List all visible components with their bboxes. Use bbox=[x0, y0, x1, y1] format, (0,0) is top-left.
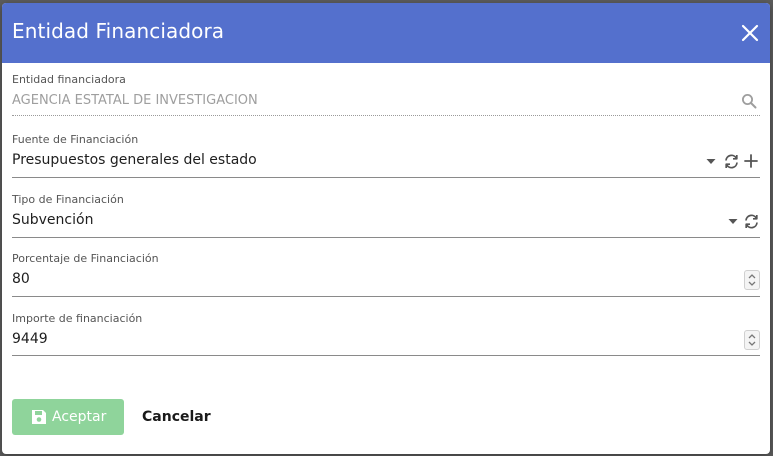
save-button[interactable]: Aceptar bbox=[12, 399, 124, 435]
fuente-add-button[interactable] bbox=[742, 152, 760, 170]
porcentaje-financiacion-label: Porcentaje de Financiación bbox=[12, 252, 159, 265]
dropdown-arrow-icon bbox=[706, 159, 716, 164]
close-icon bbox=[741, 24, 759, 42]
porcentaje-underline bbox=[12, 296, 760, 297]
cancel-button[interactable]: Cancelar bbox=[136, 399, 216, 435]
refresh-icon bbox=[724, 154, 738, 168]
tipo-refresh-button[interactable] bbox=[742, 211, 760, 231]
add-icon bbox=[744, 154, 758, 168]
search-button[interactable] bbox=[740, 92, 758, 110]
close-button[interactable] bbox=[738, 21, 762, 45]
tipo-financiacion-label: Tipo de Financiación bbox=[12, 193, 124, 206]
entidad-financiadora-dialog: Entidad Financiadora Entidad financiador… bbox=[2, 3, 770, 454]
stepper-arrows-icon bbox=[748, 334, 756, 346]
floppy-disk-icon bbox=[32, 410, 46, 424]
porcentaje-financiacion-field: Porcentaje de Financiación bbox=[12, 252, 760, 298]
dialog-title: Entidad Financiadora bbox=[12, 19, 225, 43]
fuente-refresh-button[interactable] bbox=[722, 151, 740, 171]
entidad-financiadora-label: Entidad financiadora bbox=[12, 73, 126, 86]
importe-stepper[interactable] bbox=[744, 330, 760, 350]
dialog-header: Entidad Financiadora bbox=[2, 3, 770, 63]
entidad-financiadora-field: Entidad financiadora AGENCIA ESTATAL DE … bbox=[12, 73, 760, 119]
importe-underline bbox=[12, 355, 760, 356]
save-button-label: Aceptar bbox=[52, 409, 107, 425]
porcentaje-stepper[interactable] bbox=[744, 270, 760, 290]
tipo-financiacion-value[interactable]: Subvención bbox=[12, 212, 692, 228]
tipo-dropdown-button[interactable] bbox=[726, 212, 740, 230]
fuente-financiacion-label: Fuente de Financiación bbox=[12, 133, 139, 146]
tipo-financiacion-field[interactable]: Tipo de Financiación Subvención bbox=[12, 193, 760, 239]
fuente-financiacion-field[interactable]: Fuente de Financiación Presupuestos gene… bbox=[12, 133, 760, 179]
entidad-financiadora-value: AGENCIA ESTATAL DE INVESTIGACION bbox=[12, 93, 258, 108]
fuente-underline bbox=[12, 177, 760, 178]
entidad-underline bbox=[12, 115, 760, 116]
porcentaje-financiacion-input[interactable] bbox=[12, 271, 692, 287]
fuente-financiacion-value[interactable]: Presupuestos generales del estado bbox=[12, 152, 692, 168]
stepper-arrows-icon bbox=[748, 274, 756, 286]
importe-financiacion-label: Importe de financiación bbox=[12, 312, 143, 325]
search-icon bbox=[742, 94, 757, 109]
tipo-underline bbox=[12, 237, 760, 238]
fuente-dropdown-button[interactable] bbox=[704, 152, 718, 170]
refresh-icon bbox=[744, 214, 758, 228]
importe-financiacion-input[interactable] bbox=[12, 331, 692, 347]
importe-financiacion-field: Importe de financiación bbox=[12, 312, 760, 358]
dropdown-arrow-icon bbox=[728, 219, 738, 224]
